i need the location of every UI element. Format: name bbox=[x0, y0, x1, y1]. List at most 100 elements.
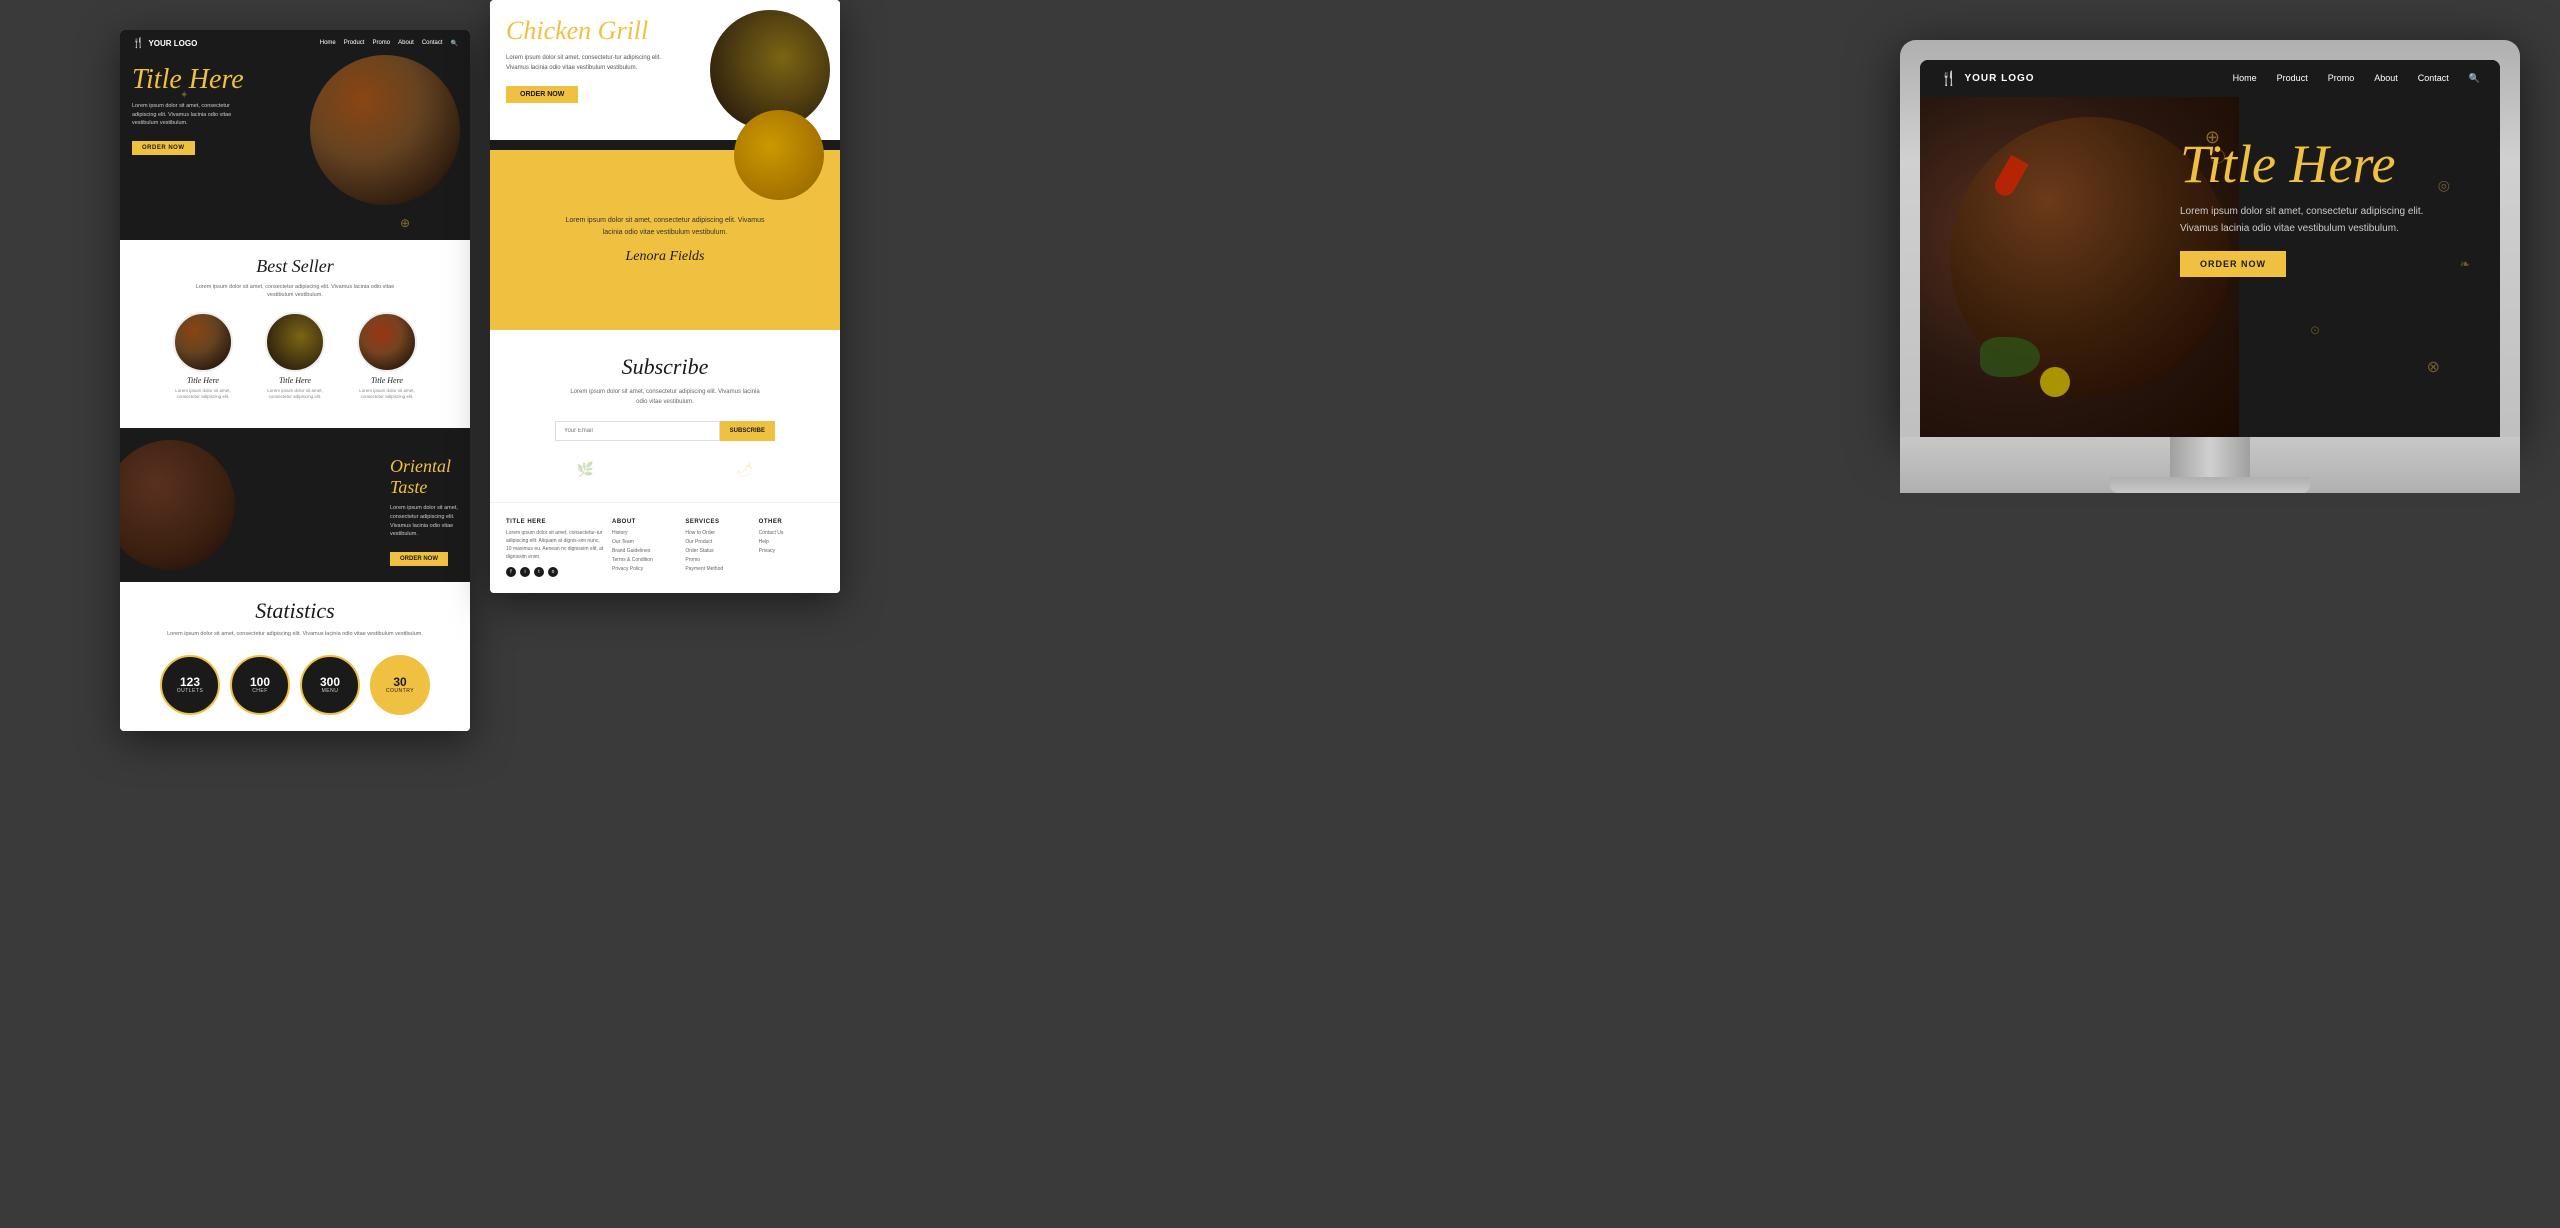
other-social-icon[interactable]: o bbox=[548, 567, 558, 577]
footer-link-order-status: Order Status bbox=[685, 547, 750, 556]
left-order-button[interactable]: ORDER NOW bbox=[132, 141, 195, 155]
subscribe-button[interactable]: SUBSCRIBE bbox=[720, 421, 775, 441]
monitor-neck bbox=[2170, 437, 2250, 477]
footer-link-privacy: Privacy Policy bbox=[612, 565, 677, 574]
statistics-section: Statistics Lorem ipsum dolor sit amet, c… bbox=[120, 582, 470, 730]
menu-label: MENU bbox=[322, 688, 339, 694]
screen-deco-mushroom-icon: ⊗ bbox=[2427, 357, 2440, 377]
footer-grid: TITLE HERE Lorem ipsum dolor sit amet, c… bbox=[506, 519, 824, 577]
screen-nav-product[interactable]: Product bbox=[2277, 73, 2308, 84]
screen-logo: 🍴 YOUR LOGO bbox=[1940, 70, 2035, 87]
subscribe-title: Subscribe bbox=[506, 354, 824, 380]
screen-order-button[interactable]: ORDER NOW bbox=[2180, 251, 2286, 277]
left-hero-section: 🍴 YOUR LOGO Home Product Promo About Con… bbox=[120, 30, 470, 240]
monitor-stand bbox=[1900, 437, 2520, 493]
middle-order-button[interactable]: ORDER NOW bbox=[506, 86, 578, 103]
mockup-right: 🍴 YOUR LOGO Home Product Promo About Con… bbox=[1900, 40, 2520, 493]
stat-country: 30 COUNTRY bbox=[370, 655, 430, 715]
bestseller-description: Lorem ipsum dolor sit amet, consectetur … bbox=[195, 283, 395, 300]
footer-text-1: Lorem ipsum dolor sit amet, consectetur-… bbox=[506, 529, 604, 561]
screen-nav-links: Home Product Promo About Contact 🔍 bbox=[2233, 73, 2480, 84]
oriental-title: Oriental Taste bbox=[390, 456, 458, 498]
footer-link-team: Our Team bbox=[612, 538, 677, 547]
screen-deco-onion-icon: ⊕ bbox=[2205, 127, 2220, 148]
country-label: COUNTRY bbox=[386, 688, 414, 694]
screen-nav-promo[interactable]: Promo bbox=[2328, 73, 2355, 84]
subscribe-description: Lorem ipsum dolor sit amet, consectetur … bbox=[565, 388, 765, 407]
footer-link-history: History bbox=[612, 529, 677, 538]
footer-link-promo: Promo bbox=[685, 556, 750, 565]
footer-title-4: OTHER bbox=[759, 519, 824, 525]
menu-number: 300 bbox=[320, 676, 340, 688]
mockup-left: 🍴 YOUR LOGO Home Product Promo About Con… bbox=[120, 30, 470, 731]
footer-col-4: OTHER Contact Us Help Privacy bbox=[759, 519, 824, 577]
fork-knife-icon: 🍴 bbox=[132, 38, 144, 49]
oriental-food-image bbox=[120, 440, 235, 570]
footer-link-payment: Payment Method bbox=[685, 565, 750, 574]
deco-onion-icon: ⊕ bbox=[400, 216, 410, 230]
other-links: Contact Us Help Privacy bbox=[759, 529, 824, 556]
product-item-2: Title Here Lorem ipsum dolor sit amet, c… bbox=[255, 312, 335, 401]
stats-circles: 123 OUTLETS 100 CHEF 300 MENU 30 COUNTRY bbox=[132, 655, 458, 715]
deco-leaf-2-icon: 🌿 bbox=[577, 461, 594, 478]
product-desc-3: Lorem ipsum dolor sit amet, consectetur … bbox=[347, 388, 427, 401]
instagram-icon[interactable]: i bbox=[520, 567, 530, 577]
screen-lemon-accent bbox=[2040, 367, 2070, 397]
testimonial-section: Lorem ipsum dolor sit amet, consectetur … bbox=[490, 150, 840, 330]
footer-col-1: TITLE HERE Lorem ipsum dolor sit amet, c… bbox=[506, 519, 604, 577]
product-image-3 bbox=[357, 312, 417, 372]
footer-col-3: SERVICES How to Order Our Product Order … bbox=[685, 519, 750, 577]
about-links: History Our Team Brand Guidelines Terms … bbox=[612, 529, 677, 574]
product-item-3: Title Here Lorem ipsum dolor sit amet, c… bbox=[347, 312, 427, 401]
stat-outlets: 123 OUTLETS bbox=[160, 655, 220, 715]
chef-label: CHEF bbox=[252, 688, 268, 694]
product-item-1: Title Here Lorem ipsum dolor sit amet, c… bbox=[163, 312, 243, 401]
testimonial-food-image bbox=[734, 110, 824, 200]
screen-hero-title: Title Here bbox=[2180, 137, 2460, 191]
facebook-icon[interactable]: f bbox=[506, 567, 516, 577]
footer-link-our-product: Our Product bbox=[685, 538, 750, 547]
product-image-2 bbox=[265, 312, 325, 372]
product-desc-2: Lorem ipsum dolor sit amet, consectetur … bbox=[255, 388, 335, 401]
chicken-grill-description: Lorem ipsum dolor sit amet, consectetur-… bbox=[506, 54, 666, 73]
screen-deco-leaf-icon: ❧ bbox=[2460, 257, 2470, 271]
statistics-description: Lorem ipsum dolor sit amet, consectetur … bbox=[132, 630, 458, 638]
monitor-body: 🍴 YOUR LOGO Home Product Promo About Con… bbox=[1900, 40, 2520, 437]
screen-nav-home[interactable]: Home bbox=[2233, 73, 2257, 84]
twitter-icon[interactable]: t bbox=[534, 567, 544, 577]
footer-link-brand: Brand Guidelines bbox=[612, 547, 677, 556]
product-image-1 bbox=[173, 312, 233, 372]
screen-nav: 🍴 YOUR LOGO Home Product Promo About Con… bbox=[1920, 60, 2500, 97]
subscribe-section: Subscribe Lorem ipsum dolor sit amet, co… bbox=[490, 330, 840, 502]
outlets-label: OUTLETS bbox=[177, 688, 204, 694]
deco-pepper-icon: 🌶 bbox=[736, 461, 754, 478]
testimonial-author: Lenora Fields bbox=[626, 249, 705, 265]
email-input[interactable] bbox=[555, 421, 720, 441]
screen-deco-garlic-icon: ◎ bbox=[2438, 177, 2450, 194]
services-links: How to Order Our Product Order Status Pr… bbox=[685, 529, 750, 574]
stat-menu: 300 MENU bbox=[300, 655, 360, 715]
screen-search-icon[interactable]: 🔍 bbox=[2469, 73, 2480, 84]
left-hero-description: Lorem ipsum dolor sit amet, consectetur … bbox=[132, 102, 252, 128]
testimonial-text: Lorem ipsum dolor sit amet, consectetur … bbox=[555, 215, 775, 239]
footer-title-1: TITLE HERE bbox=[506, 519, 604, 525]
oriental-order-button[interactable]: ORDER NOW bbox=[390, 552, 448, 566]
screen-herb-accent bbox=[1980, 337, 2040, 377]
screen-nav-contact[interactable]: Contact bbox=[2418, 73, 2449, 84]
oriental-content: Oriental Taste Lorem ipsum dolor sit ame… bbox=[260, 456, 458, 566]
footer-col-2: ABOUT History Our Team Brand Guidelines … bbox=[612, 519, 677, 577]
oriental-description: Lorem ipsum dolor sit amet, consectetur … bbox=[390, 504, 458, 539]
screen-nav-about[interactable]: About bbox=[2374, 73, 2398, 84]
screen-deco-circle-icon: ◯ bbox=[2210, 147, 2226, 164]
social-icons: f i t o bbox=[506, 567, 604, 577]
bestseller-title: Best Seller bbox=[132, 256, 458, 277]
mockup-middle: Chicken Grill Lorem ipsum dolor sit amet… bbox=[490, 0, 840, 593]
left-nav-links: Home Product Promo About Contact 🔍 bbox=[320, 40, 458, 47]
products-grid: Title Here Lorem ipsum dolor sit amet, c… bbox=[132, 312, 458, 401]
product-title-1: Title Here bbox=[163, 376, 243, 385]
screen-fork-knife-icon: 🍴 bbox=[1940, 70, 1958, 87]
monitor-screen: 🍴 YOUR LOGO Home Product Promo About Con… bbox=[1920, 60, 2500, 437]
left-nav: 🍴 YOUR LOGO Home Product Promo About Con… bbox=[120, 30, 470, 57]
subscribe-doodles: 🌿 🌶 bbox=[506, 461, 824, 478]
footer-link-help: Help bbox=[759, 538, 824, 547]
